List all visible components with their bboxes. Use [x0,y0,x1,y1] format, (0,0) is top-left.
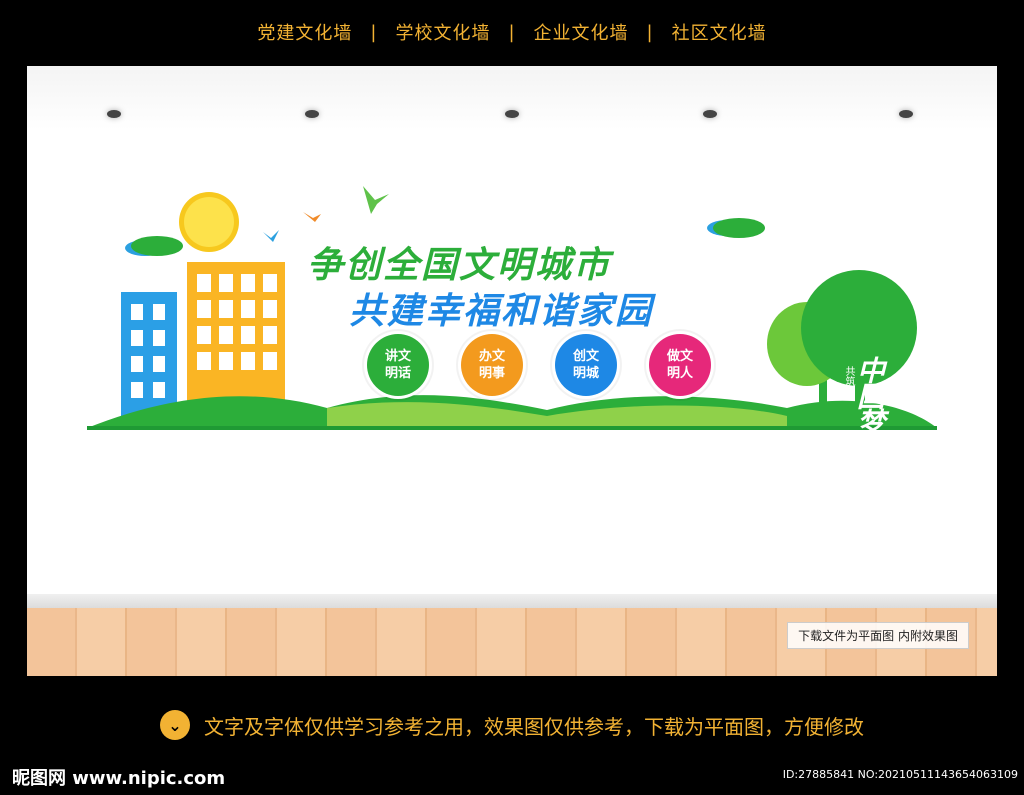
nav-item-school[interactable]: 学校文化墙 [395,19,490,45]
floor-note: 下载文件为平面图 内附效果图 [787,622,969,649]
nav-separator: | [508,21,516,43]
room-preview: 争创全国文明城市 共建幸福和谐家园 讲文明话 办文明事 创文明城 做文明人 中国… [27,66,997,676]
sun-icon [179,192,239,252]
baseboard [27,594,997,608]
nav-item-community[interactable]: 社区文化墙 [672,19,767,45]
nav-item-party[interactable]: 党建文化墙 [257,19,352,45]
bottom-notice-bar: ⌄ 文字及字体仅供学习参考之用，效果图仅供参考，下载为平面图，方便修改 [0,690,1024,760]
bird-icon [363,186,389,214]
nav-item-enterprise[interactable]: 企业文化墙 [534,19,629,45]
nav-separator: | [370,21,378,43]
cloud-icon [707,218,765,238]
image-id: ID:27885841 NO:20210511143654063109 [782,768,1018,781]
badge-be: 做文明人 [649,334,711,396]
slogan-line-1: 争创全国文明城市 [307,245,612,286]
slogan-line-2: 共建幸福和谐家园 [349,291,654,332]
bottom-notice: 文字及字体仅供学习参考之用，效果图仅供参考，下载为平面图，方便修改 [204,714,864,739]
site-logo[interactable]: 昵图网 www.nipic.com [12,764,225,790]
bird-icon [303,212,321,222]
chevron-down-icon: ⌄ [160,710,190,740]
china-dream-subtitle: 共筑 [843,366,854,386]
building-blue [121,292,177,422]
badge-create: 创文明城 [555,334,617,396]
badge-speak: 讲文明话 [367,334,429,396]
nav-separator: | [646,21,654,43]
bird-icon [263,230,279,242]
top-nav: 党建文化墙 | 学校文化墙 | 企业文化墙 | 社区文化墙 [0,0,1024,64]
tree-icon [767,270,917,420]
badge-act: 办文明事 [461,334,523,396]
cloud-icon [125,236,183,256]
